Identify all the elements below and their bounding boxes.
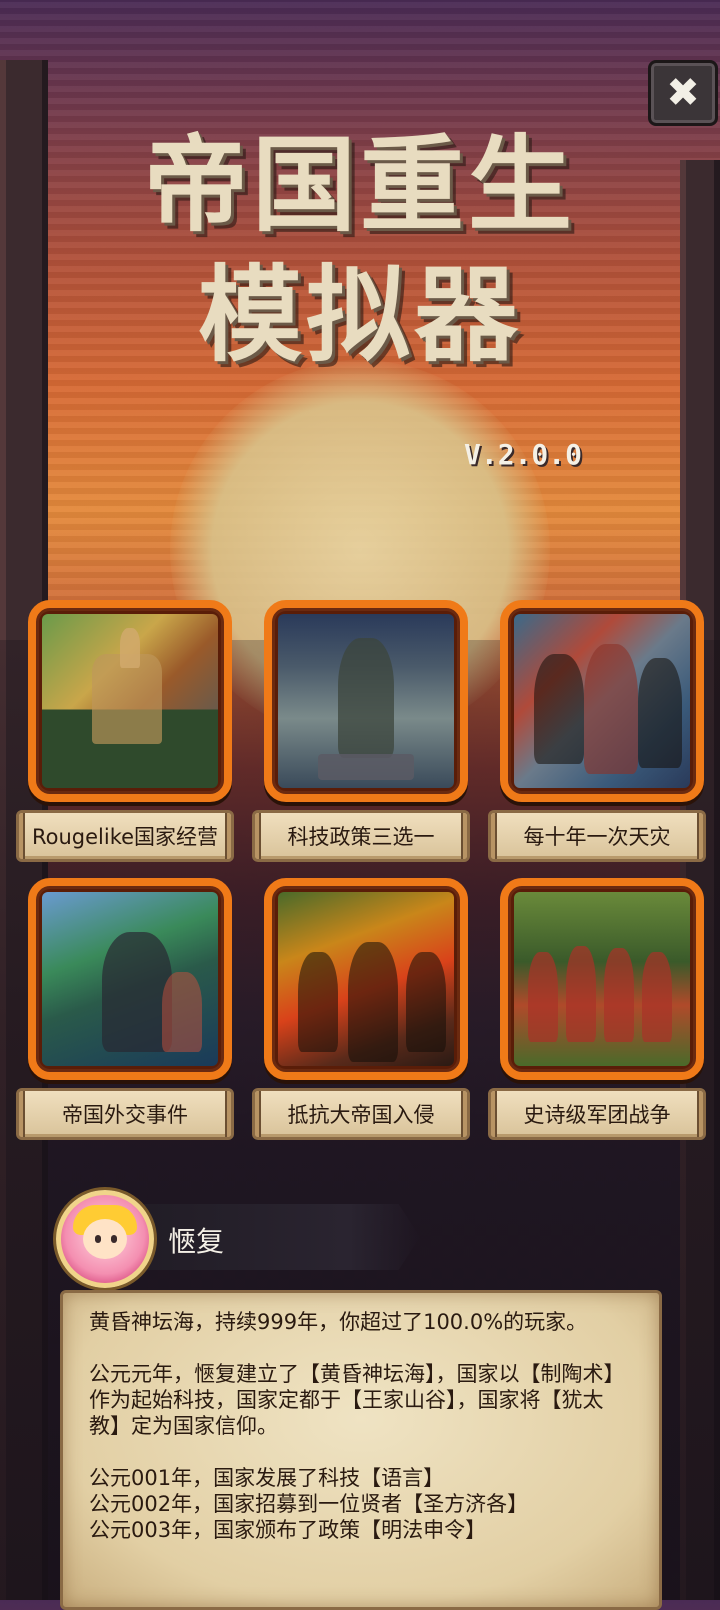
feature-card[interactable]: 每十年一次天灾 (488, 600, 708, 862)
version-label: V.2.0.0 (464, 438, 583, 471)
feature-label: Rougelike国家经营 (16, 810, 234, 862)
feature-frame (28, 600, 232, 802)
feature-card[interactable]: 帝国外交事件 (16, 878, 236, 1140)
title-line-1: 帝国重生 (143, 124, 576, 246)
feature-frame (500, 878, 704, 1080)
log-event: 公元001年，国家发展了科技【语言】 (89, 1466, 445, 1490)
feature-label: 抵抗大帝国入侵 (252, 1088, 470, 1140)
statue-art (278, 614, 454, 788)
fire-battle-art (278, 892, 454, 1066)
feature-card[interactable]: 史诗级军团战争 (488, 878, 708, 1140)
avatar-icon[interactable] (56, 1190, 154, 1288)
feature-frame (264, 600, 468, 802)
log-event: 公元002年，国家招募到一位贤者【圣方济各】 (89, 1492, 529, 1516)
close-button[interactable]: ✖ (648, 60, 718, 126)
history-log[interactable]: 黄昏神坛海，持续999年，你超过了100.0%的玩家。 公元元年，愜复建立了【黄… (60, 1290, 662, 1610)
game-title: 帝国重生 模拟器 (0, 120, 720, 380)
feature-frame (500, 600, 704, 802)
title-line-2: 模拟器 (197, 254, 522, 376)
log-founding: 公元元年，愜复建立了【黄昏神坛海】，国家以【制陶术】作为起始科技，国家定都于【王… (89, 1362, 625, 1438)
feature-label: 史诗级军团战争 (488, 1088, 706, 1140)
feature-label: 每十年一次天灾 (488, 810, 706, 862)
town-art (42, 614, 218, 788)
player-name: 愜复 (168, 1225, 225, 1258)
feature-label: 科技政策三选一 (252, 810, 470, 862)
close-icon: ✖ (666, 70, 700, 116)
feature-card[interactable]: 抵抗大帝国入侵 (252, 878, 472, 1140)
knights-art (514, 614, 690, 788)
feature-label: 帝国外交事件 (16, 1088, 234, 1140)
log-event: 公元003年，国家颁布了政策【明法申令】 (89, 1518, 487, 1542)
army-art (514, 892, 690, 1066)
feature-card[interactable]: 科技政策三选一 (252, 600, 472, 862)
warrior-art (42, 892, 218, 1066)
log-summary: 黄昏神坛海，持续999年，你超过了100.0%的玩家。 (89, 1310, 588, 1334)
feature-card[interactable]: Rougelike国家经营 (16, 600, 236, 862)
feature-frame (264, 878, 468, 1080)
feature-frame (28, 878, 232, 1080)
